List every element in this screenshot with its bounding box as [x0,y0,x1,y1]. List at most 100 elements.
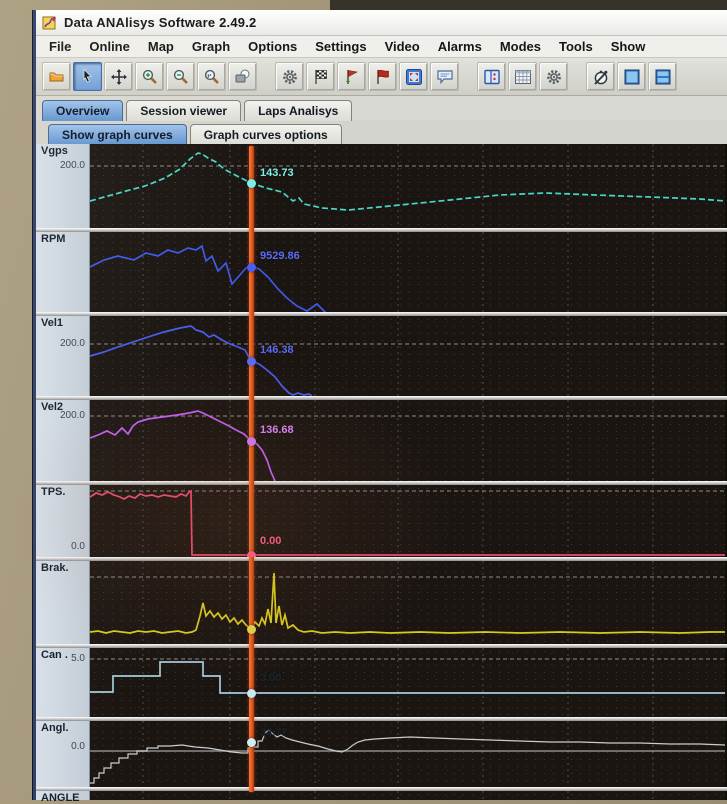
axis-tick: 0.0 [71,741,85,752]
toolbar-comments-button[interactable] [430,62,459,91]
toolbar-finish-flag-button[interactable] [306,62,335,91]
cursor-value-can: 3.00 [260,672,281,684]
plot-vel1[interactable]: 146.38 [90,316,725,396]
toolbar-data-table-button[interactable] [508,62,537,91]
plot-vel2[interactable]: 136.68 [90,400,725,481]
no-timer-icon [592,68,610,86]
plot-angl[interactable]: 34.77 [90,721,725,787]
menu-item-tools[interactable]: Tools [550,37,602,56]
curve-vel1 [90,326,312,396]
cursor-dot-rpm[interactable] [247,263,256,272]
cursor-dot-vel1[interactable] [247,357,256,366]
cursor-value-vgps: 143.73 [260,167,294,179]
cursor-dot-vgps[interactable] [247,179,256,188]
menu-item-file[interactable]: File [40,37,80,56]
cursor-dot-brak[interactable] [247,625,256,634]
cursor-value-rpm: 9529.86 [260,250,300,262]
cursor-dot-angl[interactable] [247,738,256,747]
menu-item-alarms[interactable]: Alarms [429,37,491,56]
zoom-in-icon [141,68,159,86]
menu-item-video[interactable]: Video [376,37,429,56]
toolbar-graph-settings-button[interactable] [539,62,568,91]
tab-show-graph-curves[interactable]: Show graph curves [48,124,187,145]
cursor-dot-vel2[interactable] [247,437,256,446]
tab-laps-analisys[interactable]: Laps Analisys [244,100,352,121]
curve-vel2 [90,411,275,481]
curve-tps [90,491,725,555]
toolbar-group [275,62,461,91]
toolbar-zoom-in-button[interactable] [135,62,164,91]
toolbar-expand-view-button[interactable] [399,62,428,91]
cursor-dot-can[interactable] [247,689,256,698]
panel-label-tps: TPS.0.0 [36,485,90,557]
plot-angle[interactable] [90,791,725,800]
toolbar-settings-gear-button[interactable] [275,62,304,91]
toolbar-timer-off-button[interactable] [586,62,615,91]
channel-name: Vel1 [41,317,63,329]
menu-item-graph[interactable]: Graph [183,37,239,56]
window-title: Data ANAlisys Software 2.49.2 [64,15,256,30]
curve-angl [90,730,725,783]
cursor-value-angl: 34.77 [260,727,288,739]
toolbar-pan-view-button[interactable] [104,62,133,91]
channel-name: Brak. [41,562,69,574]
zoom-area-icon [203,68,221,86]
toolbar-open-file-button[interactable] [42,62,71,91]
toolbar-zoom-out-button[interactable] [166,62,195,91]
toolbar-single-pane-button[interactable] [617,62,646,91]
pane-split-icon [654,68,672,86]
toolbar-zoom-area-button[interactable] [197,62,226,91]
tab-overview[interactable]: Overview [42,100,123,121]
menu-bar: FileOnlineMapGraphOptionsSettingsVideoAl… [36,36,727,58]
toolbar-select-cursor-button[interactable] [73,62,102,91]
panel-label-angl: Angl.0.0 [36,721,90,787]
toolbar-group [586,62,679,91]
panel-label-can: Can .5.0 [36,648,90,717]
toolbar [36,58,727,96]
panel-angl: Angl.0.0 34.77 [36,721,727,787]
toolbar-layout-panels-button[interactable] [477,62,506,91]
panel-tps: TPS.0.00.00 [36,485,727,557]
plot-can[interactable]: 3.00 [90,648,725,717]
toolbar-start-flag-button[interactable] [337,62,366,91]
channel-name: Vgps [41,145,68,157]
cursor-value-vel1: 146.38 [260,344,294,356]
panel-label-brak: Brak. [36,561,90,644]
curve-svg-angle [90,791,725,800]
plot-vgps[interactable]: 143.73 [90,144,725,228]
channel-name: TPS. [41,486,65,498]
plot-tps[interactable]: 0.00 [90,485,725,557]
table-icon [514,68,532,86]
menu-item-options[interactable]: Options [239,37,306,56]
tab-graph-curves-options[interactable]: Graph curves options [190,124,342,145]
panel-rpm: RPM9529.86 [36,232,727,312]
channel-name: Can . [41,649,68,661]
panel-label-vel2: Vel2200.0 [36,400,90,481]
gear-icon [545,68,563,86]
curve-svg-angl [90,721,725,787]
menu-item-map[interactable]: Map [139,37,183,56]
graphs-area: Vgps200.0 143.73 RPM9529.86 Vel1 200.0 146.38… [36,144,727,800]
folder-icon [48,68,66,86]
menu-item-online[interactable]: Online [80,37,138,56]
curve-vgps [90,153,725,210]
panel-vel2: Vel2200.0136.68 [36,400,727,481]
plot-rpm[interactable]: 9529.86 [90,232,725,312]
axis-tick: 200.0 [60,410,85,421]
primary-tabs: OverviewSession viewerLaps Analisys [36,96,727,120]
menu-item-modes[interactable]: Modes [491,37,550,56]
plot-brak[interactable] [90,561,725,644]
panel-label-vgps: Vgps200.0 [36,144,90,228]
toolbar-split-pane-button[interactable] [648,62,677,91]
panel-angle: ANGLE [36,791,727,800]
toolbar-restore-view-button[interactable] [228,62,257,91]
curve-can [90,662,725,693]
toolbar-group [477,62,570,91]
menu-item-settings[interactable]: Settings [306,37,375,56]
toolbar-lap-flag-button[interactable] [368,62,397,91]
tab-session-viewer[interactable]: Session viewer [126,100,241,121]
menu-item-show[interactable]: Show [602,37,655,56]
cursor-dot-tps[interactable] [247,551,256,557]
curve-svg-tps [90,485,725,557]
app-icon [42,15,58,31]
